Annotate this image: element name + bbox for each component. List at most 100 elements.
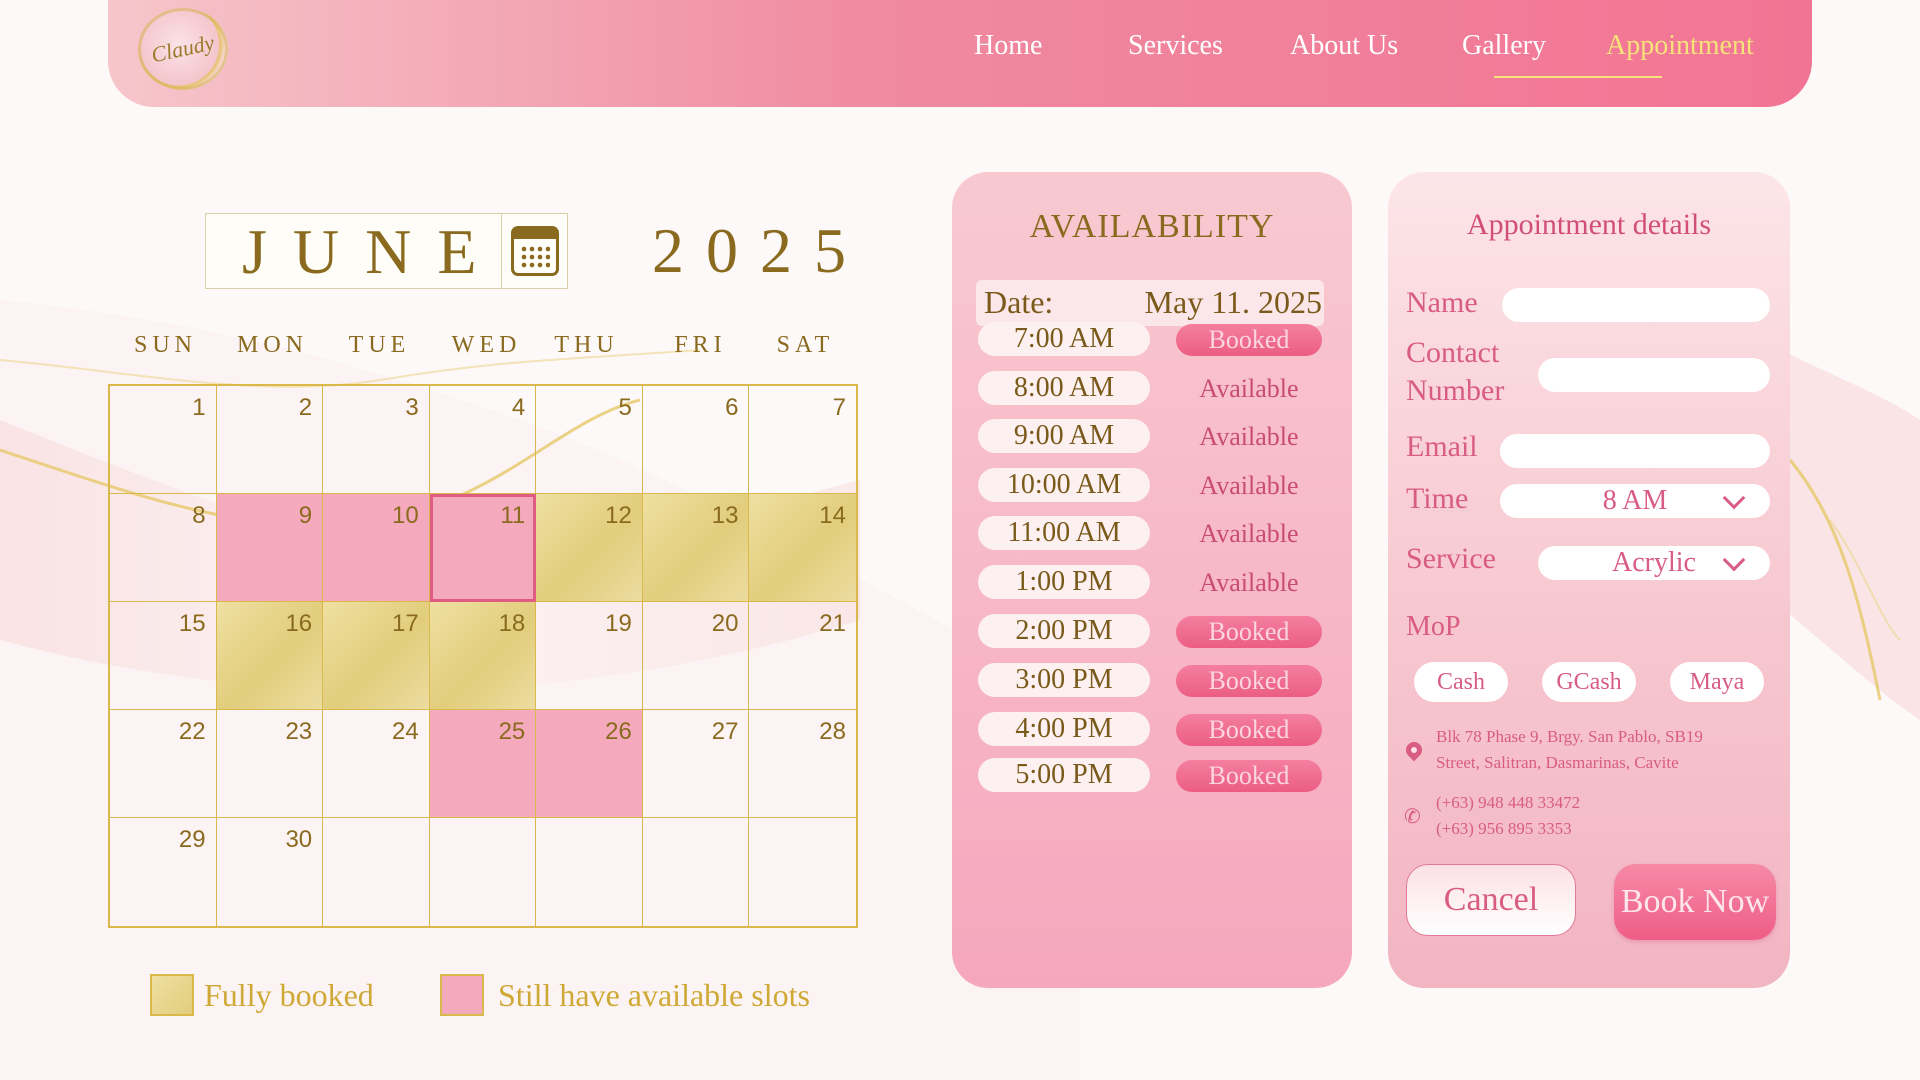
- brand-logo[interactable]: Claudy: [138, 8, 228, 90]
- availability-panel: AVAILABILITY Date: May 11. 2025 7:00 AM B…: [952, 172, 1352, 988]
- time-select-value: 8 AM: [1602, 485, 1668, 516]
- calendar-day[interactable]: 25: [429, 710, 537, 818]
- calendar-day[interactable]: 9: [216, 494, 324, 602]
- slot-time[interactable]: 7:00 AM: [978, 322, 1150, 356]
- calendar-day[interactable]: 13: [642, 494, 750, 602]
- slot-status-available[interactable]: Available: [1176, 567, 1322, 599]
- month-selector[interactable]: JUNE: [205, 213, 568, 289]
- weekday-tue: TUE: [348, 332, 411, 358]
- calendar-day[interactable]: 24: [323, 710, 430, 818]
- calendar-day[interactable]: 26: [536, 710, 643, 818]
- calendar-day[interactable]: 17: [323, 602, 430, 710]
- nav-services[interactable]: Services: [1128, 30, 1223, 62]
- calendar-day[interactable]: 15: [110, 602, 217, 710]
- calendar-day[interactable]: 10: [323, 494, 430, 602]
- calendar-day[interactable]: 22: [110, 710, 217, 818]
- calendar-day[interactable]: 27: [642, 710, 750, 818]
- calendar-day[interactable]: 8: [110, 494, 217, 602]
- calendar-day[interactable]: 21: [749, 602, 856, 710]
- address-line2: Street, Salitran, Dasmarinas, Cavite: [1436, 753, 1679, 772]
- slot-time[interactable]: 8:00 AM: [978, 371, 1150, 405]
- day-number: 3: [405, 394, 419, 421]
- mop-cash-button[interactable]: Cash: [1414, 662, 1508, 702]
- calendar-day[interactable]: 18: [429, 602, 537, 710]
- legend-swatch-fully-booked: [150, 974, 194, 1016]
- mop-gcash-button[interactable]: GCash: [1542, 662, 1636, 702]
- time-select[interactable]: 8 AM: [1500, 484, 1770, 518]
- legend-label-fully-booked: Fully booked: [204, 977, 374, 1013]
- calendar-day[interactable]: 4: [429, 386, 537, 494]
- weekday-sat: SAT: [776, 332, 835, 358]
- day-number: 8: [192, 502, 206, 529]
- calendar-day[interactable]: 19: [536, 602, 643, 710]
- day-number: 13: [711, 502, 739, 529]
- slot-status-booked: Booked: [1176, 665, 1322, 697]
- day-number: 2: [298, 394, 313, 421]
- slot-time[interactable]: 9:00 AM: [978, 419, 1150, 453]
- calendar-day[interactable]: 7: [749, 386, 856, 494]
- slot-time[interactable]: 4:00 PM: [978, 712, 1150, 746]
- nav-gallery[interactable]: Gallery: [1462, 30, 1546, 62]
- mop-label: MoP: [1406, 611, 1461, 642]
- service-select[interactable]: Acrylic: [1538, 546, 1770, 580]
- slot-time[interactable]: 2:00 PM: [978, 614, 1150, 648]
- availability-title: AVAILABILITY: [1029, 208, 1275, 245]
- slot-time[interactable]: 3:00 PM: [978, 663, 1150, 697]
- calendar-empty-cell: [749, 818, 856, 926]
- calendar-day[interactable]: 3: [323, 386, 430, 494]
- book-now-button[interactable]: Book Now: [1614, 864, 1776, 940]
- phone-number-2: (+63) 956 895 3353: [1436, 819, 1572, 838]
- calendar-day[interactable]: 28: [749, 710, 856, 818]
- nav-appointment[interactable]: Appointment: [1606, 30, 1754, 62]
- appointment-details-panel: Appointment details Name Contact Number …: [1388, 172, 1790, 988]
- calendar-day[interactable]: 6: [642, 386, 750, 494]
- service-select-value: Acrylic: [1612, 547, 1696, 578]
- day-number: 12: [605, 502, 632, 529]
- name-input[interactable]: [1502, 288, 1770, 322]
- time-label: Time: [1406, 482, 1469, 515]
- calendar-day[interactable]: 5: [536, 386, 643, 494]
- calendar-day[interactable]: 11: [429, 494, 537, 602]
- day-number: 11: [500, 502, 526, 529]
- calendar-empty-cell: [430, 818, 537, 926]
- calendar-empty-cell: [536, 818, 643, 926]
- calendar-day[interactable]: 23: [216, 710, 324, 818]
- calendar-day[interactable]: 12: [536, 494, 643, 602]
- slot-time[interactable]: 10:00 AM: [978, 468, 1150, 502]
- year-label: 2025: [652, 215, 868, 286]
- nav-home[interactable]: Home: [974, 30, 1042, 62]
- phone-icon: ✆: [1404, 806, 1421, 828]
- calendar-day[interactable]: 30: [217, 818, 324, 926]
- day-number: 5: [618, 394, 632, 421]
- slot-status-available[interactable]: Available: [1176, 470, 1322, 502]
- calendar-picker-button[interactable]: [501, 214, 568, 288]
- day-number: 9: [298, 502, 313, 529]
- day-number: 17: [392, 610, 419, 637]
- day-number: 18: [498, 610, 526, 637]
- calendar-day[interactable]: 14: [749, 494, 856, 602]
- calendar-day[interactable]: 1: [110, 386, 217, 494]
- day-number: 29: [178, 826, 206, 853]
- calendar-empty-cell: [323, 818, 430, 926]
- slot-status-available[interactable]: Available: [1176, 518, 1322, 550]
- calendar-day[interactable]: 16: [216, 602, 324, 710]
- slot-time[interactable]: 5:00 PM: [978, 758, 1150, 792]
- selected-date-bar: Date: May 11. 2025: [976, 280, 1324, 326]
- slot-time[interactable]: 1:00 PM: [978, 565, 1150, 599]
- slot-status-available[interactable]: Available: [1176, 421, 1322, 453]
- day-number: 7: [832, 394, 846, 421]
- calendar-day[interactable]: 20: [642, 602, 750, 710]
- chevron-down-icon: [1722, 548, 1746, 572]
- email-input[interactable]: [1500, 434, 1770, 468]
- nav-about-us[interactable]: About Us: [1290, 30, 1398, 62]
- slot-status-available[interactable]: Available: [1176, 373, 1322, 405]
- contact-number-input[interactable]: [1538, 358, 1770, 392]
- day-number: 6: [725, 394, 739, 421]
- cancel-button[interactable]: Cancel: [1406, 864, 1576, 936]
- day-number: 30: [285, 826, 313, 853]
- legend-swatch-available-slots: [440, 974, 484, 1016]
- slot-time[interactable]: 11:00 AM: [978, 516, 1150, 550]
- calendar-day[interactable]: 29: [110, 818, 217, 926]
- calendar-day[interactable]: 2: [216, 386, 324, 494]
- mop-maya-button[interactable]: Maya: [1670, 662, 1764, 702]
